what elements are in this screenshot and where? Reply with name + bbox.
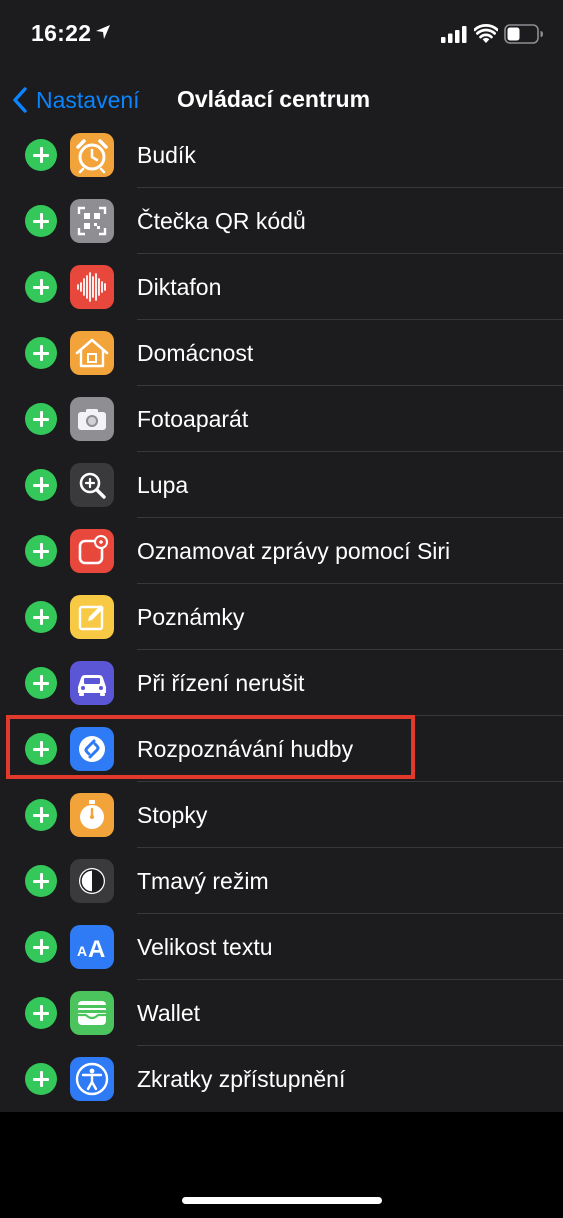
notes-icon (70, 595, 114, 639)
add-button[interactable] (25, 799, 57, 831)
list-item-label: Lupa (137, 472, 189, 498)
list-item[interactable]: Oznamovat zprávy pomocí Siri (0, 518, 563, 584)
add-button[interactable] (25, 931, 57, 963)
list-item-label: Velikost textu (137, 934, 273, 960)
list-item-label: Zkratky zpřístupnění (137, 1066, 346, 1092)
stopwatch-icon (70, 793, 114, 837)
list-item-label: Oznamovat zprávy pomocí Siri (137, 538, 451, 564)
car-icon (70, 661, 114, 705)
add-button[interactable] (25, 535, 57, 567)
svg-text:A: A (88, 936, 105, 963)
wallet-icon (70, 991, 114, 1035)
location-arrow-icon (96, 25, 110, 39)
list-item-label: Domácnost (137, 340, 254, 366)
list-item-label: Wallet (137, 1000, 201, 1026)
add-button[interactable] (25, 733, 57, 765)
list-item-label: Fotoaparát (137, 406, 249, 432)
list-item-label: Stopky (137, 802, 208, 828)
home-icon (70, 331, 114, 375)
list-item[interactable]: Poznámky (0, 584, 563, 650)
svg-text:A: A (77, 943, 87, 959)
dark-mode-icon (70, 859, 114, 903)
add-button[interactable] (25, 337, 57, 369)
magnifier-icon (70, 463, 114, 507)
add-button[interactable] (25, 997, 57, 1029)
status-time: 16:22 (31, 20, 92, 46)
list-item-label: Čtečka QR kódů (137, 208, 306, 234)
list-item[interactable]: Budík (0, 122, 563, 188)
list-item[interactable]: Wallet (0, 980, 563, 1046)
list-item-label: Rozpoznávání hudby (137, 736, 354, 762)
list-item-label: Při řízení nerušit (137, 670, 305, 696)
list-item[interactable]: Lupa (0, 452, 563, 518)
list-item[interactable]: Tmavý režim (0, 848, 563, 914)
back-label: Nastavení (36, 86, 140, 113)
list-item-label: Diktafon (137, 274, 222, 300)
status-bar: 16:22 (0, 0, 563, 70)
list-item[interactable]: Zkratky zpřístupnění (0, 1046, 563, 1112)
add-button[interactable] (25, 667, 57, 699)
text-size-icon: A A (70, 925, 114, 969)
add-button[interactable] (25, 403, 57, 435)
add-button[interactable] (25, 865, 57, 897)
back-button[interactable]: Nastavení (12, 82, 140, 118)
list-item-label: Budík (137, 142, 196, 168)
list-item[interactable]: Stopky (0, 782, 563, 848)
list-item-label: Poznámky (137, 604, 245, 630)
list-item[interactable]: Čtečka QR kódů (0, 188, 563, 254)
qr-code-icon (70, 199, 114, 243)
announce-messages-icon (70, 529, 114, 573)
battery-icon (504, 24, 543, 44)
add-button[interactable] (25, 601, 57, 633)
add-button[interactable] (25, 469, 57, 501)
add-button[interactable] (25, 139, 57, 171)
list-item-label: Tmavý režim (137, 868, 269, 894)
list-item[interactable]: Fotoaparát (0, 386, 563, 452)
shazam-icon (70, 727, 114, 771)
home-indicator[interactable] (182, 1197, 382, 1204)
list-item[interactable]: Diktafon (0, 254, 563, 320)
add-button[interactable] (25, 205, 57, 237)
accessibility-icon (70, 1057, 114, 1101)
list-item[interactable]: Při řízení nerušit (0, 650, 563, 716)
list-item[interactable]: Domácnost (0, 320, 563, 386)
chevron-left-icon (13, 87, 27, 113)
more-controls-list: Budík Čtečka QR kódů Diktafon Domácnost … (0, 122, 563, 1112)
list-item[interactable]: A A Velikost textu (0, 914, 563, 980)
list-item[interactable]: Rozpoznávání hudby (0, 716, 563, 782)
add-button[interactable] (25, 1063, 57, 1095)
waveform-icon (70, 265, 114, 309)
add-button[interactable] (25, 271, 57, 303)
cellular-signal-icon (441, 26, 467, 43)
wifi-icon (474, 24, 498, 43)
page-title: Ovládací centrum (177, 86, 371, 112)
camera-icon (70, 397, 114, 441)
alarm-clock-icon (70, 133, 114, 177)
